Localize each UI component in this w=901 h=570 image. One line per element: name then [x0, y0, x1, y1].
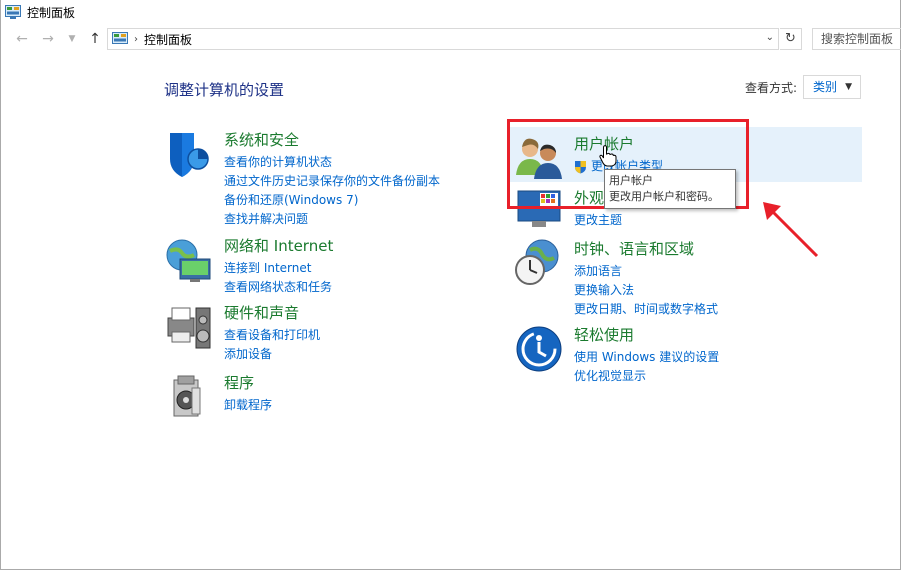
forward-button[interactable]: → [39, 30, 57, 48]
network-globe-icon[interactable] [164, 235, 214, 285]
arrow-left-icon: ← [16, 31, 28, 47]
search-input[interactable]: 搜索控制面板 [812, 28, 901, 50]
category-link[interactable]: 添加设备 [224, 345, 320, 364]
category-link[interactable]: 更改日期、时间或数字格式 [574, 300, 718, 319]
category-link[interactable]: 更换输入法 [574, 281, 718, 300]
back-button[interactable]: ← [13, 30, 31, 48]
category-title[interactable]: 系统和安全 [224, 129, 299, 150]
control-panel-icon [112, 32, 128, 44]
hand-cursor-icon [599, 145, 617, 167]
category-link[interactable]: 使用 Windows 建议的设置 [574, 348, 719, 367]
page-title: 调整计算机的设置 [164, 81, 285, 99]
category-title[interactable]: 时钟、语言和区域 [574, 238, 694, 259]
category-link[interactable]: 查看你的计算机状态 [224, 153, 440, 172]
category-links: 卸载程序 [224, 396, 272, 415]
tooltip-description: 更改用户帐户和密码。 [609, 190, 719, 203]
category-link[interactable]: 查看网络状态和任务 [224, 278, 332, 297]
annotation-arrow-icon [763, 202, 819, 258]
accessibility-icon[interactable] [514, 324, 564, 374]
view-by-select[interactable]: 类别 ▼ [803, 75, 861, 99]
printer-speaker-icon[interactable] [164, 302, 214, 352]
category-title[interactable]: 轻松使用 [574, 324, 634, 345]
tooltip-title: 用户帐户 [609, 174, 653, 187]
category-link[interactable]: 卸载程序 [224, 396, 272, 415]
up-button[interactable]: ↑ [86, 30, 104, 48]
category-programs: 程序 卸载程序 [164, 372, 464, 422]
category-ease-of-access: 轻松使用 使用 Windows 建议的设置 优化视觉显示 [514, 324, 814, 384]
refresh-icon: ↻ [785, 31, 796, 46]
category-network-internet: 网络和 Internet 连接到 Internet 查看网络状态和任务 [164, 235, 464, 295]
category-system-security: 系统和安全 查看你的计算机状态 通过文件历史记录保存你的文件备份副本 备份和还原… [164, 129, 464, 229]
category-link[interactable]: 通过文件历史记录保存你的文件备份副本 [224, 172, 440, 191]
category-link[interactable]: 备份和还原(Windows 7) [224, 191, 440, 210]
refresh-button[interactable]: ↻ [780, 28, 802, 50]
category-link[interactable]: 连接到 Internet [224, 259, 332, 278]
address-bar[interactable]: › 控制面板 ⌄ [107, 28, 779, 50]
arrow-right-icon: → [42, 31, 54, 47]
title-bar: 控制面板 [1, 0, 900, 24]
chevron-down-icon: ▼ [845, 82, 852, 92]
tooltip: 用户帐户 更改用户帐户和密码。 [604, 169, 736, 209]
category-link[interactable]: 更改主题 [574, 211, 622, 230]
category-link[interactable]: 查看设备和打印机 [224, 326, 320, 345]
category-links: 连接到 Internet 查看网络状态和任务 [224, 259, 332, 297]
category-links: 使用 Windows 建议的设置 优化视觉显示 [574, 348, 719, 386]
category-link[interactable]: 优化视觉显示 [574, 367, 719, 386]
category-links: 查看你的计算机状态 通过文件历史记录保存你的文件备份副本 备份和还原(Windo… [224, 153, 440, 229]
window-title: 控制面板 [27, 5, 76, 20]
clock-globe-icon[interactable] [514, 238, 564, 288]
recent-locations-button[interactable]: ▼ [63, 30, 81, 48]
address-dropdown-icon[interactable]: ⌄ [766, 32, 774, 43]
category-title[interactable]: 硬件和声音 [224, 302, 299, 323]
shield-icon[interactable] [164, 129, 214, 179]
navigation-bar: ← → ▼ ↑ › 控制面板 ⌄ ↻ 搜索控制面板 [1, 27, 901, 53]
control-panel-window: 控制面板 ← → ▼ ↑ › 控制面板 ⌄ ↻ 搜索控制面板 调整计算机的设置 … [0, 0, 901, 570]
category-link[interactable]: 查找并解决问题 [224, 210, 440, 229]
category-links: 添加语言 更换输入法 更改日期、时间或数字格式 [574, 262, 718, 319]
category-title[interactable]: 程序 [224, 372, 254, 393]
control-panel-icon [5, 5, 21, 19]
view-by-label: 查看方式: [745, 81, 798, 95]
chevron-down-icon: ▼ [68, 34, 76, 44]
category-hardware-sound: 硬件和声音 查看设备和打印机 添加设备 [164, 302, 464, 362]
category-links: 查看设备和打印机 添加设备 [224, 326, 320, 364]
category-links: 更改主题 [574, 211, 622, 230]
breadcrumb[interactable]: 控制面板 [144, 31, 192, 48]
view-by-value: 类别 [813, 80, 838, 94]
programs-disc-icon[interactable] [164, 372, 214, 422]
arrow-up-icon: ↑ [89, 31, 101, 47]
category-title[interactable]: 网络和 Internet [224, 235, 333, 256]
breadcrumb-separator-icon[interactable]: › [134, 34, 138, 45]
category-link[interactable]: 添加语言 [574, 262, 718, 281]
